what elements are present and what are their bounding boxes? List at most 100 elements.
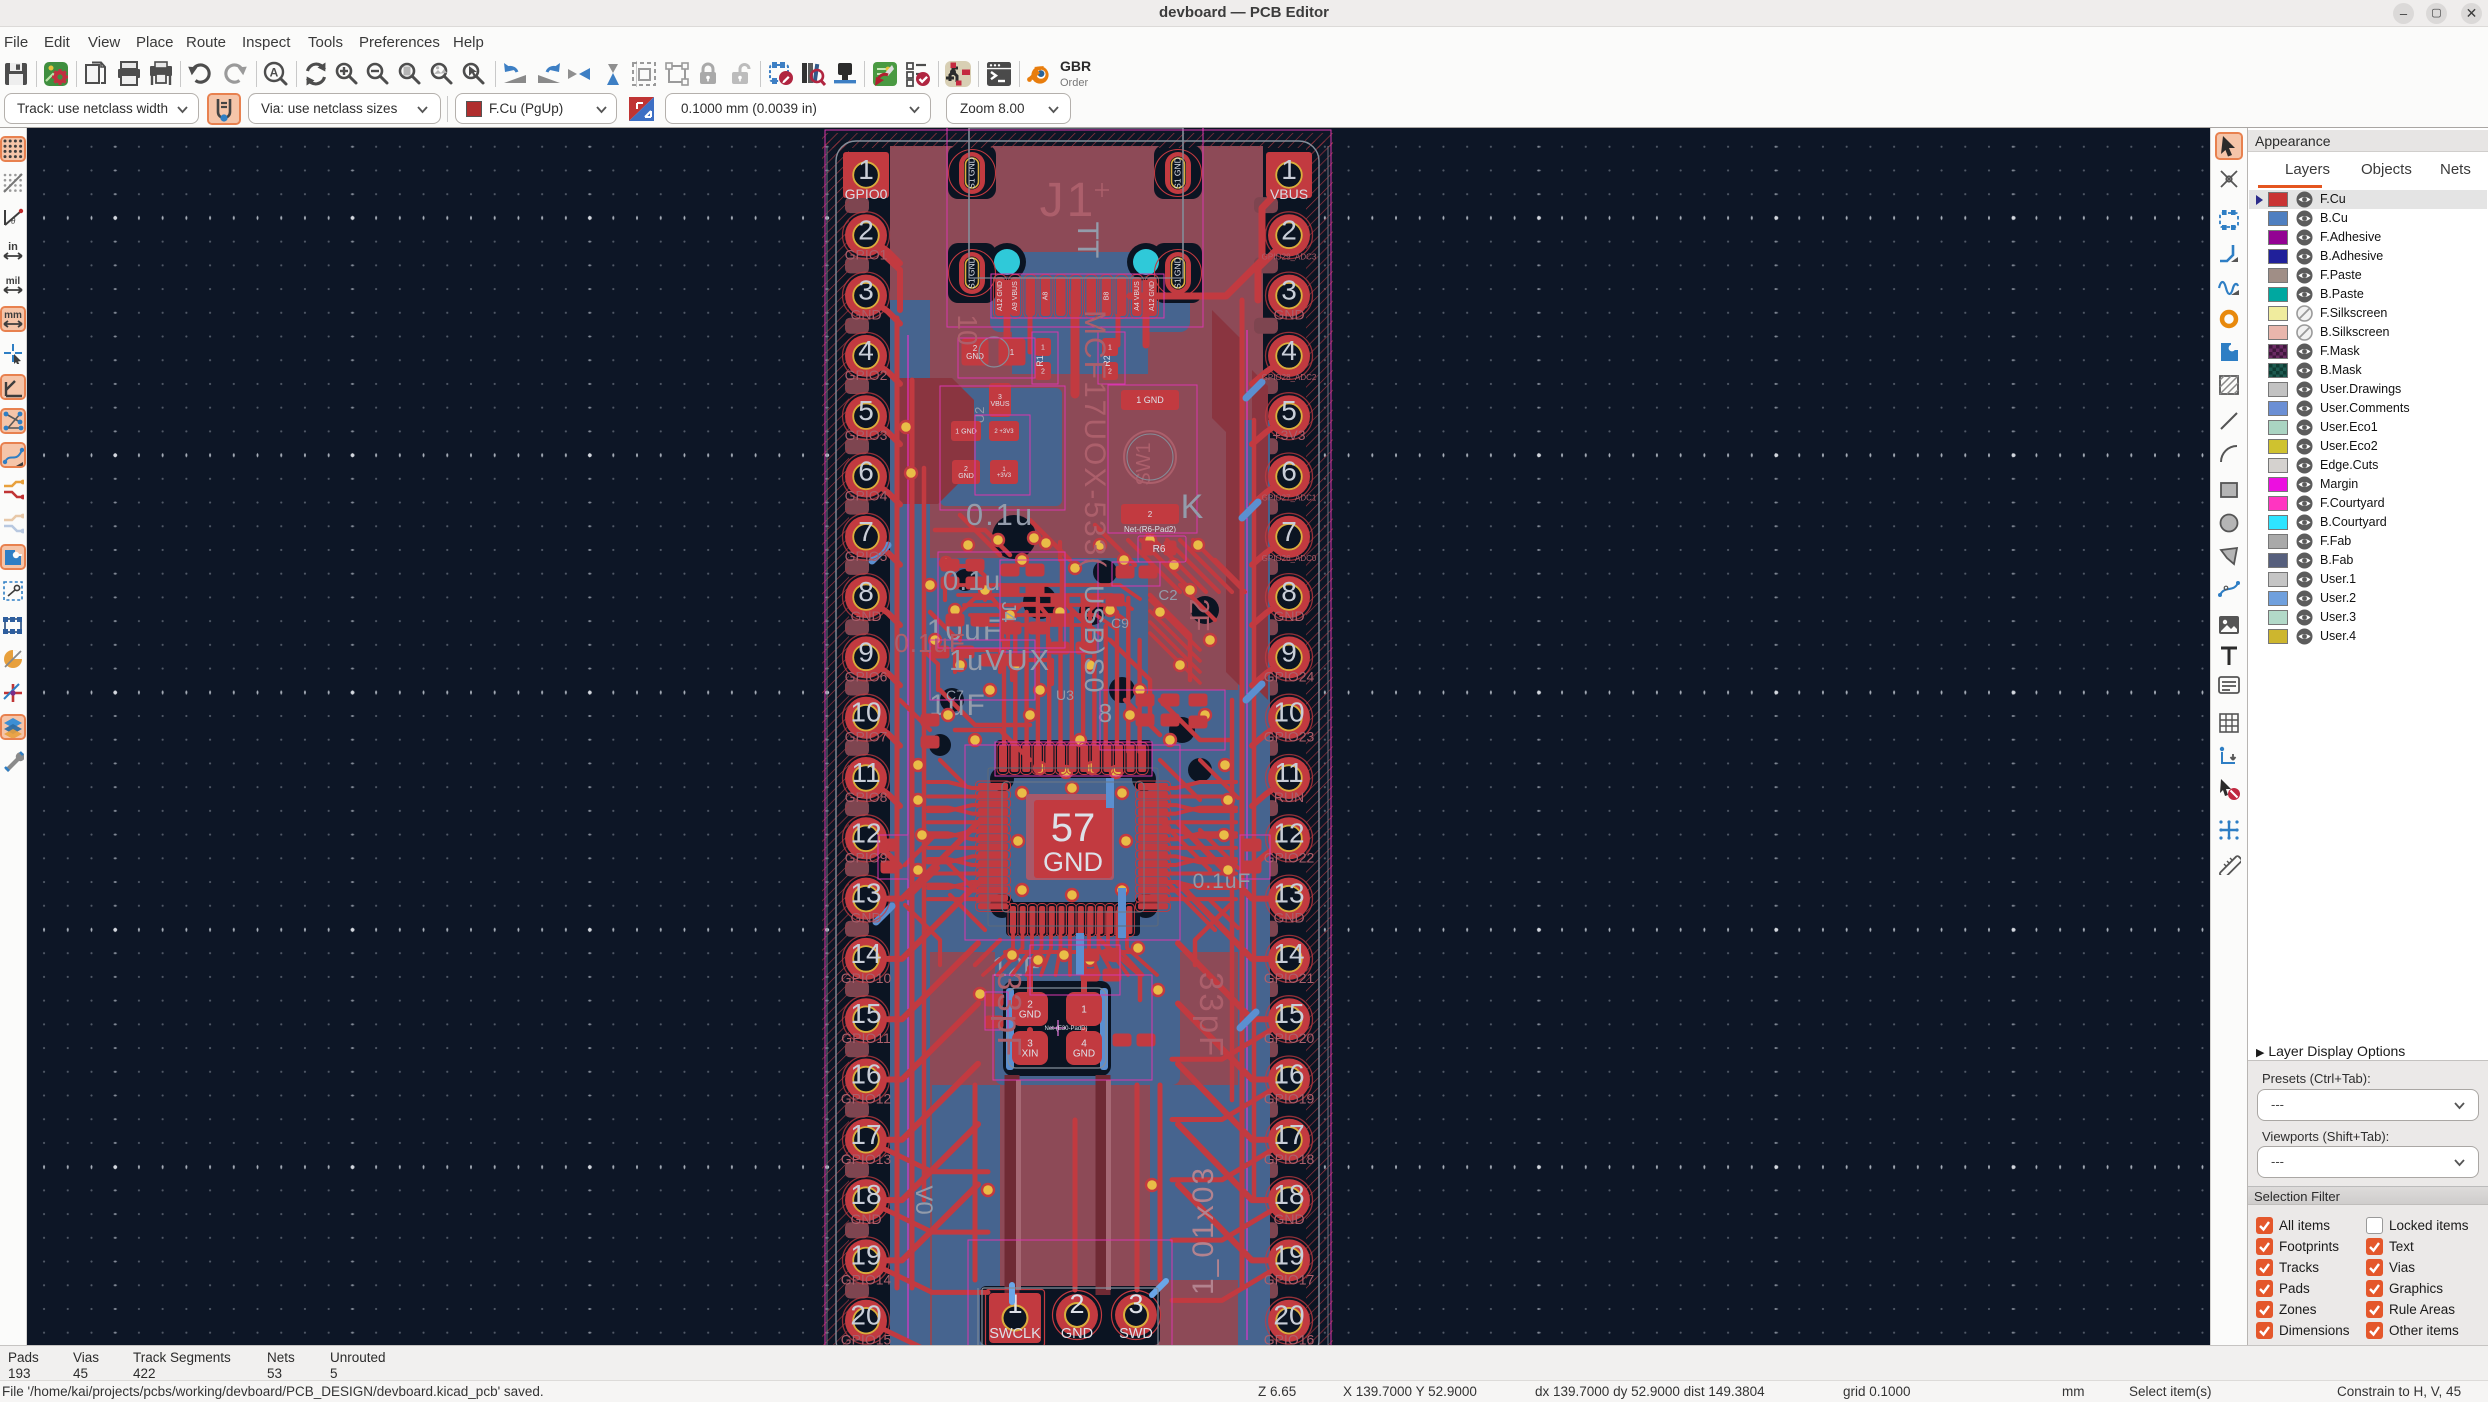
svg-text:GPIO29_ADC3: GPIO29_ADC3 — [1262, 252, 1317, 261]
svg-text:A4 VBUS: A4 VBUS — [1134, 281, 1141, 311]
svg-text:A9 VBUS: A9 VBUS — [1012, 281, 1019, 311]
svg-text:GPIO2: GPIO2 — [845, 367, 888, 383]
svg-text:GND: GND — [1273, 1211, 1304, 1227]
svg-text:θ: θ — [11, 216, 16, 226]
svg-text:1: 1 — [1010, 348, 1015, 357]
svg-text:57: 57 — [1051, 806, 1096, 850]
svg-text:GPIO9: GPIO9 — [845, 849, 888, 865]
svg-text:11: 11 — [851, 757, 880, 788]
svg-text:1: 1 — [1081, 1005, 1087, 1016]
svg-text:2: 2 — [1041, 368, 1045, 375]
svg-text:B8: B8 — [1103, 292, 1110, 301]
svg-text:5: 5 — [1281, 395, 1297, 426]
svg-text:GPIO7: GPIO7 — [845, 729, 888, 745]
svg-text:0.1u: 0.1u — [943, 565, 1002, 596]
svg-text:GND: GND — [1273, 307, 1304, 323]
svg-text:10: 10 — [1273, 697, 1304, 728]
svg-text:2: 2 — [1069, 1289, 1084, 1319]
svg-text:GPIO26_ADC0: GPIO26_ADC0 — [1262, 554, 1317, 563]
svg-text:GPIO23: GPIO23 — [1264, 729, 1315, 745]
svg-text:U3: U3 — [1056, 687, 1074, 703]
svg-text:S1 GND: S1 GND — [1173, 157, 1183, 189]
svg-text:GPIO4: GPIO4 — [845, 488, 888, 504]
svg-text:GPIO6: GPIO6 — [845, 668, 888, 684]
svg-text:GND: GND — [850, 307, 881, 323]
svg-text:J1: J1 — [1040, 174, 1097, 227]
svg-text:GND: GND — [1273, 910, 1304, 926]
svg-text:11: 11 — [1274, 757, 1303, 788]
svg-text:2F: 2F — [1184, 599, 1215, 632]
svg-text:1_01x03: 1_01x03 — [1187, 1166, 1220, 1295]
svg-text:GPIO8: GPIO8 — [845, 789, 888, 805]
svg-text:2: 2 — [1148, 510, 1153, 519]
svg-text:33pF: 33pF — [991, 972, 1028, 1059]
svg-text:GPIO20: GPIO20 — [1264, 1030, 1315, 1046]
svg-text:15: 15 — [1273, 998, 1304, 1029]
svg-text:1 GND: 1 GND — [955, 428, 976, 435]
svg-text:2: 2 — [1281, 214, 1297, 245]
svg-text:GND: GND — [1073, 1049, 1095, 1060]
svg-text:GPIO22: GPIO22 — [1264, 849, 1315, 865]
svg-text:15: 15 — [850, 998, 881, 1029]
svg-text:GPIO10: GPIO10 — [841, 970, 892, 986]
svg-text:7: 7 — [858, 516, 874, 547]
svg-text:GPIO19: GPIO19 — [1264, 1091, 1315, 1107]
svg-text:J4: J4 — [997, 601, 1019, 622]
svg-text:GPIO3: GPIO3 — [845, 427, 888, 443]
svg-text:1: 1 — [858, 154, 874, 185]
svg-text:GPIO18: GPIO18 — [1264, 1151, 1315, 1167]
svg-text:A12 GND: A12 GND — [1149, 281, 1156, 311]
svg-text:0.1uF: 0.1uF — [1193, 870, 1252, 893]
svg-text:GND: GND — [1043, 847, 1103, 877]
svg-text:A8: A8 — [1043, 292, 1050, 301]
svg-text:3: 3 — [1281, 275, 1297, 306]
svg-text:C7: C7 — [946, 687, 964, 703]
svg-text:S1 GND: S1 GND — [967, 257, 977, 289]
svg-text:+3V3: +3V3 — [1272, 427, 1305, 443]
svg-text:3: 3 — [998, 394, 1002, 401]
svg-text:GPIO28_ADC2: GPIO28_ADC2 — [1262, 373, 1317, 382]
svg-text:GPIO27_ADC1: GPIO27_ADC1 — [1262, 494, 1317, 503]
svg-text:6: 6 — [1281, 456, 1297, 487]
svg-text:GPIO0: GPIO0 — [845, 186, 888, 202]
svg-text:1 GND: 1 GND — [1136, 395, 1164, 405]
svg-text:A: A — [270, 66, 279, 80]
svg-text:17: 17 — [1273, 1119, 1304, 1150]
svg-text:GPIO11: GPIO11 — [841, 1030, 891, 1046]
svg-text:GPIO17: GPIO17 — [1264, 1271, 1315, 1287]
svg-text:S1 GND: S1 GND — [967, 157, 977, 189]
svg-text:MCF17UOX-533(: MCF17UOX-533( — [1078, 310, 1111, 569]
svg-text:9: 9 — [1281, 636, 1297, 667]
svg-text:20: 20 — [1273, 1300, 1304, 1331]
svg-text:+3V3: +3V3 — [997, 473, 1012, 479]
svg-text:1: 1 — [1041, 344, 1045, 351]
svg-text:6: 6 — [858, 456, 874, 487]
svg-text:8: 8 — [858, 576, 874, 607]
svg-text:Net-(E30-PadD): Net-(E30-PadD) — [1044, 1026, 1087, 1032]
svg-text:SWCLK: SWCLK — [989, 1326, 1041, 1342]
svg-text:GPIO21: GPIO21 — [1264, 970, 1315, 986]
svg-text:4: 4 — [1281, 335, 1297, 366]
svg-text:18: 18 — [850, 1179, 881, 1210]
svg-text:1uVUX: 1uVUX — [949, 645, 1051, 677]
svg-text:5: 5 — [858, 395, 874, 426]
svg-text:mil: mil — [6, 276, 21, 287]
svg-text:A12 GND: A12 GND — [997, 281, 1004, 311]
svg-text:VBUS: VBUS — [990, 401, 1009, 408]
svg-text:3: 3 — [1128, 1289, 1143, 1319]
svg-text:2 +3V3: 2 +3V3 — [994, 429, 1014, 435]
svg-text:V0: V0 — [910, 1185, 937, 1214]
svg-text:GND: GND — [850, 910, 881, 926]
svg-text:14: 14 — [1273, 938, 1304, 969]
svg-text:K: K — [1181, 488, 1204, 526]
svg-text:14: 14 — [850, 938, 881, 969]
svg-text:TT: TT — [1071, 222, 1104, 259]
svg-text:C2: C2 — [1158, 587, 1177, 604]
svg-text:18: 18 — [1273, 1179, 1304, 1210]
svg-text:GND: GND — [958, 473, 974, 480]
svg-text:10: 10 — [952, 314, 983, 345]
svg-text:33pF: 33pF — [1193, 972, 1230, 1059]
svg-text:USB)S0: USB)S0 — [1079, 585, 1109, 695]
svg-text:GPIO16: GPIO16 — [1264, 1332, 1315, 1345]
svg-text:R1: R1 — [1035, 355, 1045, 367]
